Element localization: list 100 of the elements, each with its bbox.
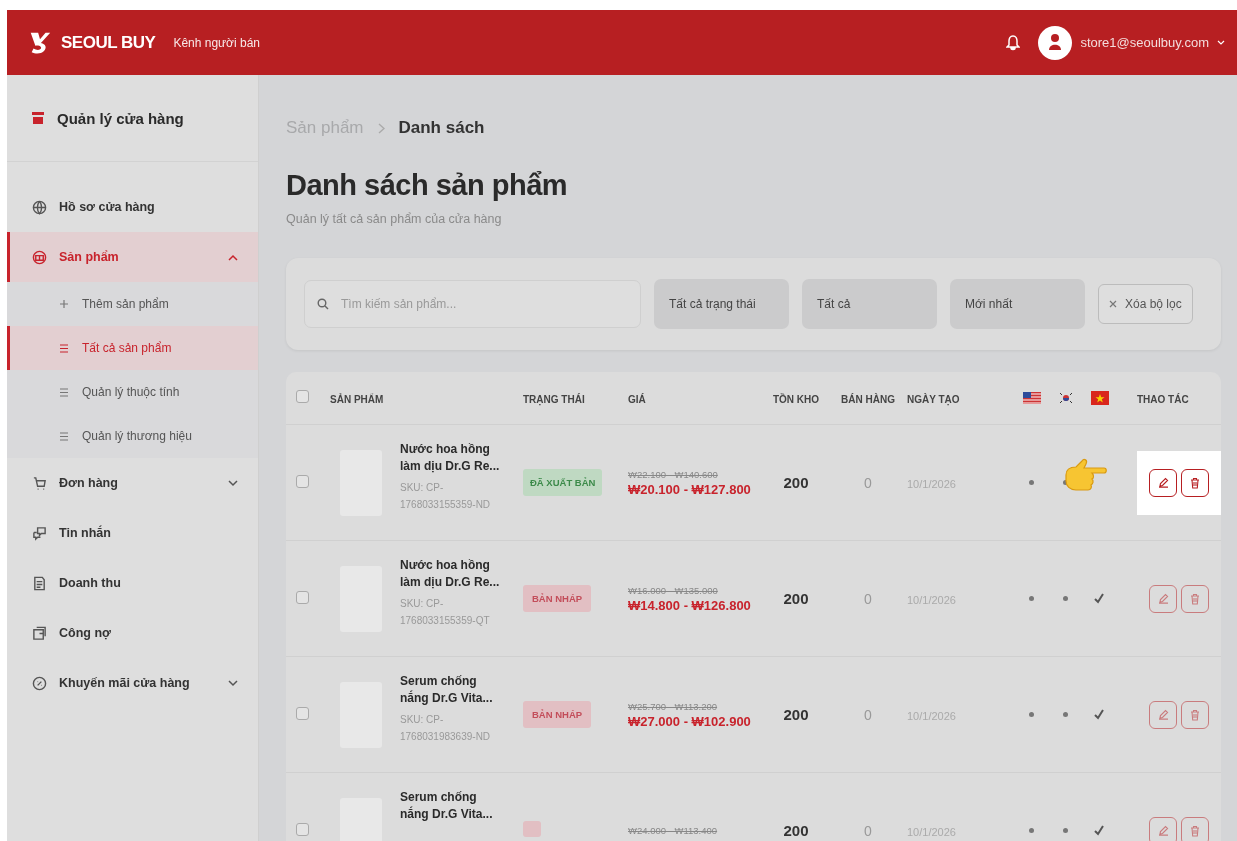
caret-icon[interactable]	[1217, 39, 1225, 46]
sidebar-subitem-label: Thêm sản phẩm	[82, 297, 169, 311]
chevron-right-icon	[377, 122, 385, 134]
list-icon	[60, 431, 68, 441]
edit-icon	[1157, 709, 1169, 720]
sidebar-item[interactable]: Khuyến mãi cửa hàng	[7, 658, 258, 708]
receipt-icon	[32, 575, 47, 591]
kr-flag-icon	[1059, 392, 1073, 404]
sidebar-item-label: Công nợ	[59, 626, 112, 640]
brand-name: SEOUL BUY	[61, 32, 156, 53]
original-price: ₩25.700 - ₩113.200	[628, 700, 719, 712]
sale-price: ₩20.100 - ₩127.800	[628, 481, 752, 497]
list-icon	[60, 387, 68, 397]
row-checkbox[interactable]	[296, 822, 309, 836]
sidebar-item-label: Hồ sơ cửa hàng	[59, 200, 156, 214]
column-header: SẢN PHẨM	[330, 394, 384, 405]
product-name[interactable]: Nước hoa hồng làm dịu Dr.G Re...	[400, 440, 504, 476]
seller-channel-label: Kênh người bán	[173, 35, 260, 50]
stock-count: 200	[783, 589, 809, 607]
user-avatar-icon[interactable]	[1038, 25, 1073, 60]
breadcrumb-current: Danh sách	[398, 118, 485, 138]
product-sku: SKU: CP-1768031983639-ND	[400, 713, 492, 745]
edit-icon	[1157, 477, 1169, 488]
sidebar-item[interactable]: Hồ sơ cửa hàng	[7, 182, 258, 232]
column-header: TRẠNG THÁI	[523, 394, 585, 405]
column-header: NGÀY TẠO	[907, 394, 960, 405]
original-price: ₩22.100 - ₩140.600	[628, 468, 719, 480]
column-header: TỒN KHO	[772, 394, 820, 405]
sale-price: ₩27.000 - ₩102.900	[628, 713, 752, 729]
sidebar-item[interactable]: Công nợ	[7, 608, 258, 658]
sidebar-item[interactable]: Doanh thu	[7, 558, 258, 608]
sold-count: 0	[864, 706, 872, 723]
trash-icon	[1190, 824, 1200, 837]
product-sku: SKU: CP-1768033155359-ND	[400, 481, 492, 513]
status-badge: BẢN NHÁP	[523, 585, 592, 612]
chevron-icon[interactable]	[228, 479, 238, 487]
page-title: Danh sách sản phẩm	[286, 169, 569, 202]
close-icon	[1109, 300, 1117, 308]
sidebar-item-label: Tin nhắn	[59, 526, 112, 540]
chevron-icon[interactable]	[228, 253, 238, 261]
chevron-icon[interactable]	[228, 679, 238, 687]
sidebar-title: Quản lý cửa hàng	[57, 109, 184, 127]
globe-icon	[32, 199, 47, 215]
sidebar-item-label: Đơn hàng	[59, 476, 119, 490]
vn-flag-icon	[1091, 391, 1109, 405]
product-name[interactable]: Nước hoa hồng làm dịu Dr.G Re...	[400, 556, 504, 592]
edit-button[interactable]	[1149, 468, 1177, 497]
original-price: ₩16.000 - ₩135.000	[628, 584, 719, 596]
row-checkbox[interactable]	[296, 590, 309, 604]
sold-count: 0	[864, 822, 872, 839]
column-header: GIÁ	[628, 394, 646, 405]
us-flag-icon	[1023, 392, 1041, 404]
sidebar-subitem-label: Quản lý thuộc tính	[82, 385, 180, 399]
sidebar-item[interactable]: Sản phẩm	[7, 232, 258, 282]
sidebar-item[interactable]: Đơn hàng	[7, 458, 258, 508]
sidebar-subitem[interactable]: Thêm sản phẩm	[7, 282, 258, 326]
select-all-checkbox[interactable]	[296, 390, 309, 403]
sidebar-subitem[interactable]: Quản lý thương hiệu	[7, 414, 258, 458]
clear-filters-button[interactable]: Xóa bộ lọc	[1098, 284, 1193, 324]
status-badge: BẢN NHÁP	[523, 701, 592, 728]
page-subtitle: Quản lý tất cả sản phẩm của cửa hàng	[286, 212, 503, 226]
filter-dropdown[interactable]: Mới nhất	[950, 279, 1085, 329]
filter-dropdown[interactable]: Tất cả trạng thái	[654, 279, 789, 329]
store-icon	[31, 111, 45, 125]
sidebar-subitem-label: Tất cả sản phẩm	[82, 341, 172, 355]
product-sku: SKU: CP-1768033155359-QT	[400, 597, 491, 629]
sold-count: 0	[864, 474, 872, 491]
stock-count: 200	[783, 821, 809, 839]
user-email[interactable]: store1@seoulbuy.com	[1080, 35, 1209, 50]
original-price: ₩24.000 - ₩113.400	[628, 825, 719, 836]
column-header: BÁN HÀNG	[841, 394, 895, 405]
delete-button[interactable]	[1181, 468, 1209, 497]
sidebar-item-label: Sản phẩm	[59, 250, 120, 264]
sidebar-item[interactable]: Tin nhắn	[7, 508, 258, 558]
sidebar-subitem[interactable]: Quản lý thuộc tính	[7, 370, 258, 414]
column-header: THAO TÁC	[1137, 394, 1189, 405]
box-icon	[32, 249, 47, 265]
edit-icon	[1157, 593, 1169, 604]
list-icon	[60, 343, 68, 353]
trash-icon	[1190, 592, 1200, 605]
trash-icon	[1190, 476, 1200, 489]
search-field[interactable]: Tìm kiếm sản phẩm...	[304, 280, 641, 328]
sale-price: ₩14.800 - ₩126.800	[628, 597, 752, 613]
trash-icon	[1190, 708, 1200, 721]
edit-icon	[1157, 825, 1169, 836]
row-checkbox[interactable]	[296, 706, 309, 720]
sidebar-item-label: Khuyến mãi cửa hàng	[59, 676, 191, 690]
product-name[interactable]: Serum chống nắng Dr.G Vita...	[400, 788, 504, 824]
sidebar-subitem[interactable]: Tất cả sản phẩm	[7, 326, 258, 370]
product-name[interactable]: Serum chống nắng Dr.G Vita...	[400, 672, 504, 708]
sidebar-item-label: Doanh thu	[59, 576, 122, 590]
status-badge: ĐÃ XUẤT BẢN	[523, 469, 603, 496]
filter-dropdown[interactable]: Tất cả	[802, 279, 937, 329]
notification-bell-icon[interactable]	[1006, 34, 1021, 51]
stock-count: 200	[783, 705, 809, 723]
cart-icon	[32, 475, 47, 491]
sidebar-subitem-label: Quản lý thương hiệu	[82, 429, 192, 443]
chat-icon	[32, 525, 47, 541]
stock-count: 200	[783, 473, 809, 491]
row-checkbox[interactable]	[296, 474, 309, 488]
